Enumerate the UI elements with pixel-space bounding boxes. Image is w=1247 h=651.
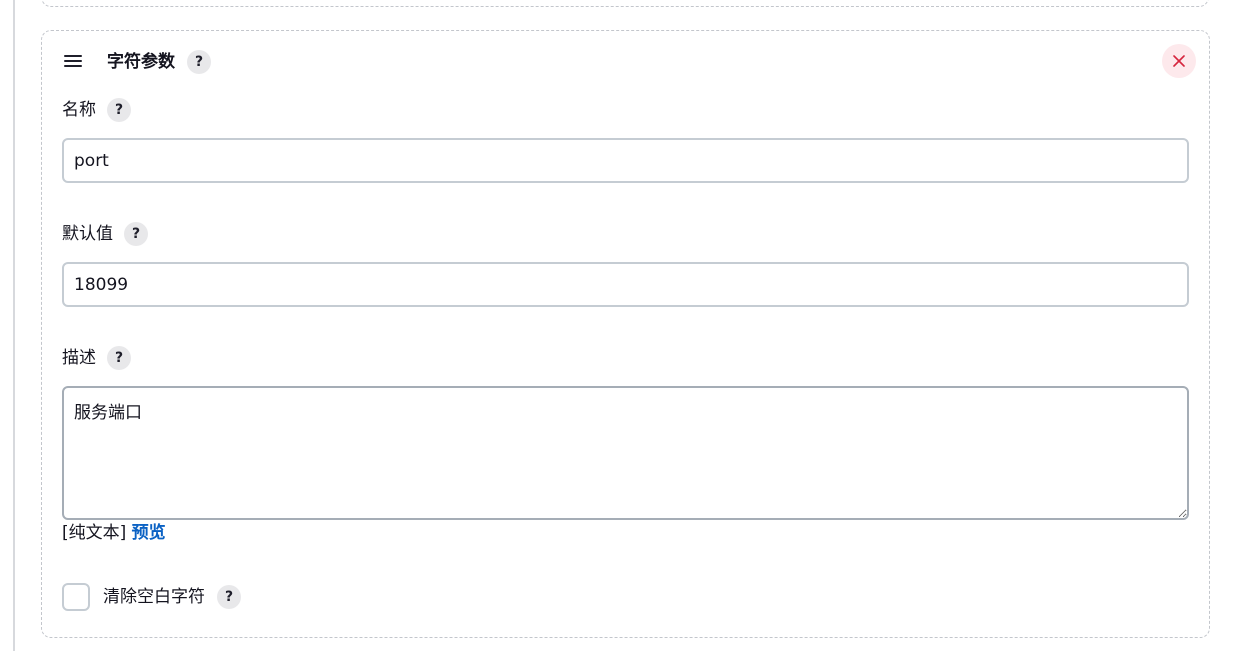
help-icon[interactable]: ? [217, 585, 241, 609]
default-value-field[interactable] [62, 262, 1189, 307]
help-icon[interactable]: ? [107, 98, 131, 122]
preview-link[interactable]: 预览 [132, 523, 166, 543]
trim-label[interactable]: 清除空白字符 [103, 585, 205, 609]
name-field[interactable] [62, 138, 1189, 183]
trim-checkbox[interactable] [62, 583, 90, 611]
description-field[interactable]: 服务端口 [62, 386, 1189, 520]
name-label: 名称 [62, 100, 96, 120]
description-label: 描述 [62, 348, 96, 368]
string-parameter-card [41, 30, 1210, 638]
close-icon [1173, 55, 1185, 67]
card-title: 字符参数 [107, 52, 175, 72]
help-icon[interactable]: ? [187, 50, 211, 74]
default-value-label: 默认值 [62, 224, 113, 244]
drag-handle-icon[interactable] [64, 55, 84, 69]
left-divider [13, 0, 15, 651]
close-button[interactable] [1162, 44, 1196, 78]
help-icon[interactable]: ? [124, 222, 148, 246]
previous-parameter-card [41, 0, 1209, 7]
help-icon[interactable]: ? [107, 346, 131, 370]
markup-format-line: [纯文本] 预览 [62, 521, 166, 545]
plain-text-format-label: [纯文本] [62, 523, 127, 543]
page: 字符参数 ? 名称 ? 默认值 ? 描述 ? 服务端口 [纯文本] 预览 清除空… [0, 0, 1247, 651]
